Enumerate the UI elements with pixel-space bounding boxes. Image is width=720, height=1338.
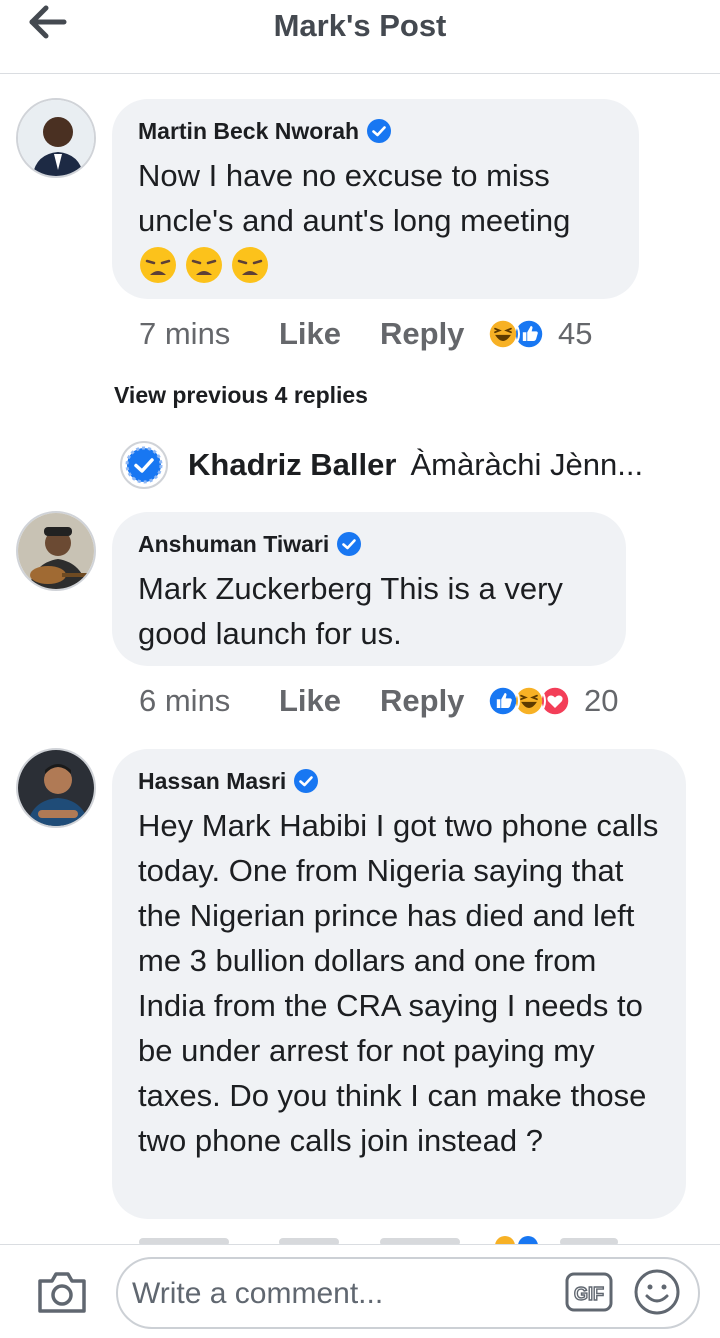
comment-input-box[interactable]: GIF	[116, 1257, 700, 1329]
emoji-row	[138, 245, 613, 285]
comment-time: 7 mins	[139, 316, 231, 351]
reply-button[interactable]: Reply	[380, 316, 486, 352]
avatar[interactable]	[16, 98, 96, 178]
like-button[interactable]: Like	[279, 316, 380, 352]
reply-preview[interactable]: Khadriz Baller Àmàràchi Jènn...	[120, 440, 643, 490]
like-reaction-icon	[486, 684, 520, 718]
comment-actions-cutoff	[0, 1230, 720, 1244]
page-title: Mark's Post	[273, 8, 447, 43]
top-bar: Mark's Post	[0, 0, 720, 74]
gif-icon[interactable]: GIF	[564, 1269, 614, 1315]
emoji-icon[interactable]	[632, 1267, 682, 1317]
reply-author[interactable]: Khadriz Baller	[188, 447, 396, 483]
comment-bubble[interactable]: Anshuman Tiwari Mark Zuckerberg This is …	[112, 512, 626, 666]
reply-button[interactable]: Reply	[380, 683, 486, 719]
comment-actions: 6 mins Like Reply 20	[139, 681, 618, 721]
haha-reaction-icon	[486, 317, 520, 351]
verified-avatar-icon	[120, 441, 168, 489]
weary-face-icon	[140, 247, 176, 283]
weary-face-icon	[186, 247, 222, 283]
verified-badge-icon	[294, 769, 319, 793]
comment-bubble[interactable]: Hassan Masri Hey Mark Habibi I got two p…	[112, 749, 686, 1219]
verified-badge-icon	[367, 119, 392, 143]
comment-text: Mark Zuckerberg This is a very good laun…	[138, 571, 563, 651]
view-previous-replies-link[interactable]: View previous 4 replies	[114, 382, 368, 409]
like-button[interactable]: Like	[279, 683, 380, 719]
comment-composer: GIF	[0, 1244, 720, 1338]
reaction-count: 45	[558, 316, 593, 351]
gif-label: GIF	[574, 1284, 604, 1304]
verified-badge-icon	[337, 532, 362, 556]
reaction-summary[interactable]: 20	[486, 683, 618, 719]
reaction-count: 20	[584, 683, 619, 718]
comment-author[interactable]: Martin Beck Nworah	[138, 118, 359, 145]
comment-time: 6 mins	[139, 683, 231, 718]
camera-icon[interactable]	[36, 1269, 88, 1315]
avatar[interactable]	[16, 748, 96, 828]
comment-actions: 7 mins Like Reply 45	[139, 314, 592, 354]
weary-face-icon	[232, 247, 268, 283]
comment-author[interactable]: Hassan Masri	[138, 768, 286, 795]
comment-input[interactable]	[132, 1269, 552, 1319]
avatar[interactable]	[16, 511, 96, 591]
comment-bubble[interactable]: Martin Beck Nworah Now I have no excuse …	[112, 99, 639, 299]
comment-author[interactable]: Anshuman Tiwari	[138, 531, 329, 558]
reaction-summary[interactable]: 45	[486, 316, 592, 352]
reply-text: Àmàràchi Jènn...	[410, 447, 644, 482]
comment-text: Hey Mark Habibi I got two phone calls to…	[138, 808, 659, 1158]
comment-text: Now I have no excuse to miss uncle's and…	[138, 158, 571, 238]
